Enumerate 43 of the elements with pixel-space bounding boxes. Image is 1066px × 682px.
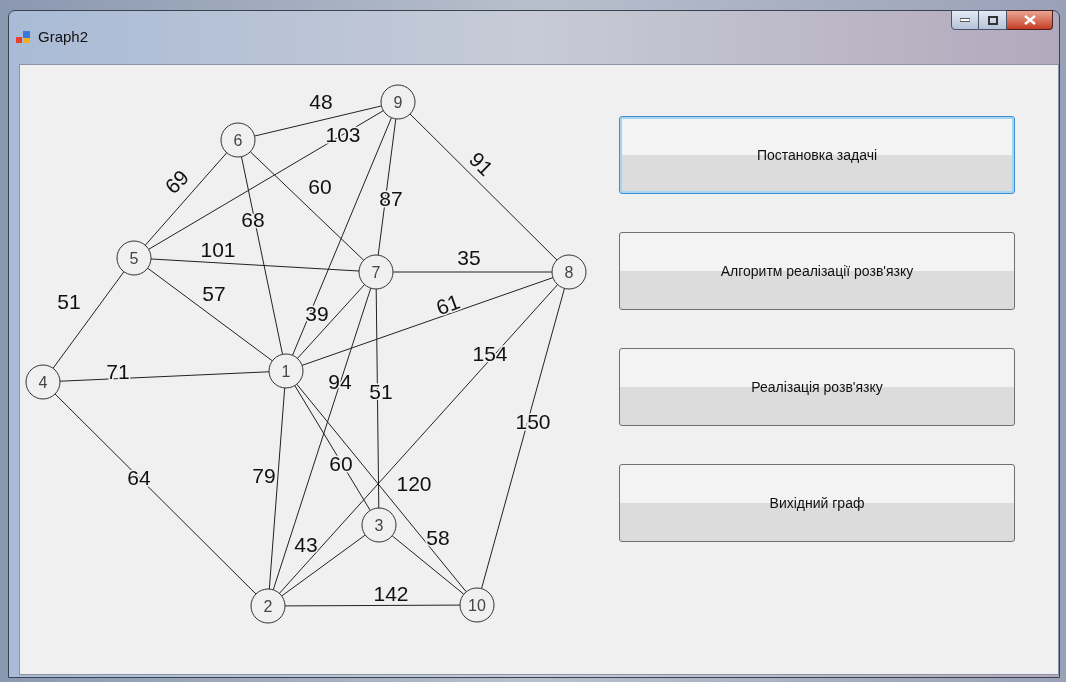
edge-weight: 87 [379, 187, 403, 210]
edge-weight: 61 [432, 289, 463, 320]
edge-weight: 58 [426, 526, 450, 549]
graph-node: 10 [459, 587, 495, 623]
edge-weight: 69 [160, 165, 194, 199]
edge-weight: 60 [329, 452, 353, 475]
edge-weight: 120 [396, 472, 432, 495]
maximize-button[interactable] [979, 10, 1007, 30]
minimize-button[interactable] [951, 10, 979, 30]
graph-node: 3 [361, 507, 397, 543]
graph-node: 1 [268, 353, 304, 389]
graph-node: 4 [25, 364, 61, 400]
edge-weight: 154 [472, 342, 508, 365]
graph-node: 9 [380, 84, 416, 120]
graph-node: 5 [116, 240, 152, 276]
menu-button[interactable]: Алгоритм реалізації розв'язку [619, 232, 1015, 310]
graph-node: 7 [358, 254, 394, 290]
edge-weight: 142 [373, 582, 409, 605]
maximize-icon [987, 15, 998, 25]
menu-button[interactable]: Реалізація розв'язку [619, 348, 1015, 426]
graph-node: 2 [250, 588, 286, 624]
window-title: Graph2 [38, 27, 89, 47]
edge-weight: 94 [328, 370, 352, 393]
edge-weight: 48 [309, 90, 333, 113]
menu-button[interactable]: Вихідний граф [619, 464, 1015, 542]
edge-weight: 35 [457, 246, 481, 269]
close-button[interactable] [1007, 10, 1053, 30]
graph-node: 6 [220, 122, 256, 158]
minimize-icon [960, 18, 970, 22]
edge-weight: 79 [252, 464, 276, 487]
edge-weight: 150 [515, 410, 551, 433]
edge-weight: 43 [294, 533, 318, 556]
close-icon [1023, 15, 1036, 25]
edge-weight: 60 [308, 175, 332, 198]
edge-weight: 64 [127, 466, 151, 489]
graph-node: 8 [551, 254, 587, 290]
edge-weight: 51 [57, 290, 81, 313]
menu-button[interactable]: Постановка задачі [619, 116, 1015, 194]
edge-weight: 91 [464, 147, 498, 181]
edge-weight: 57 [202, 282, 226, 305]
edge-weight: 101 [200, 238, 236, 261]
app-icon [15, 29, 31, 46]
edge-weight: 71 [106, 360, 130, 383]
